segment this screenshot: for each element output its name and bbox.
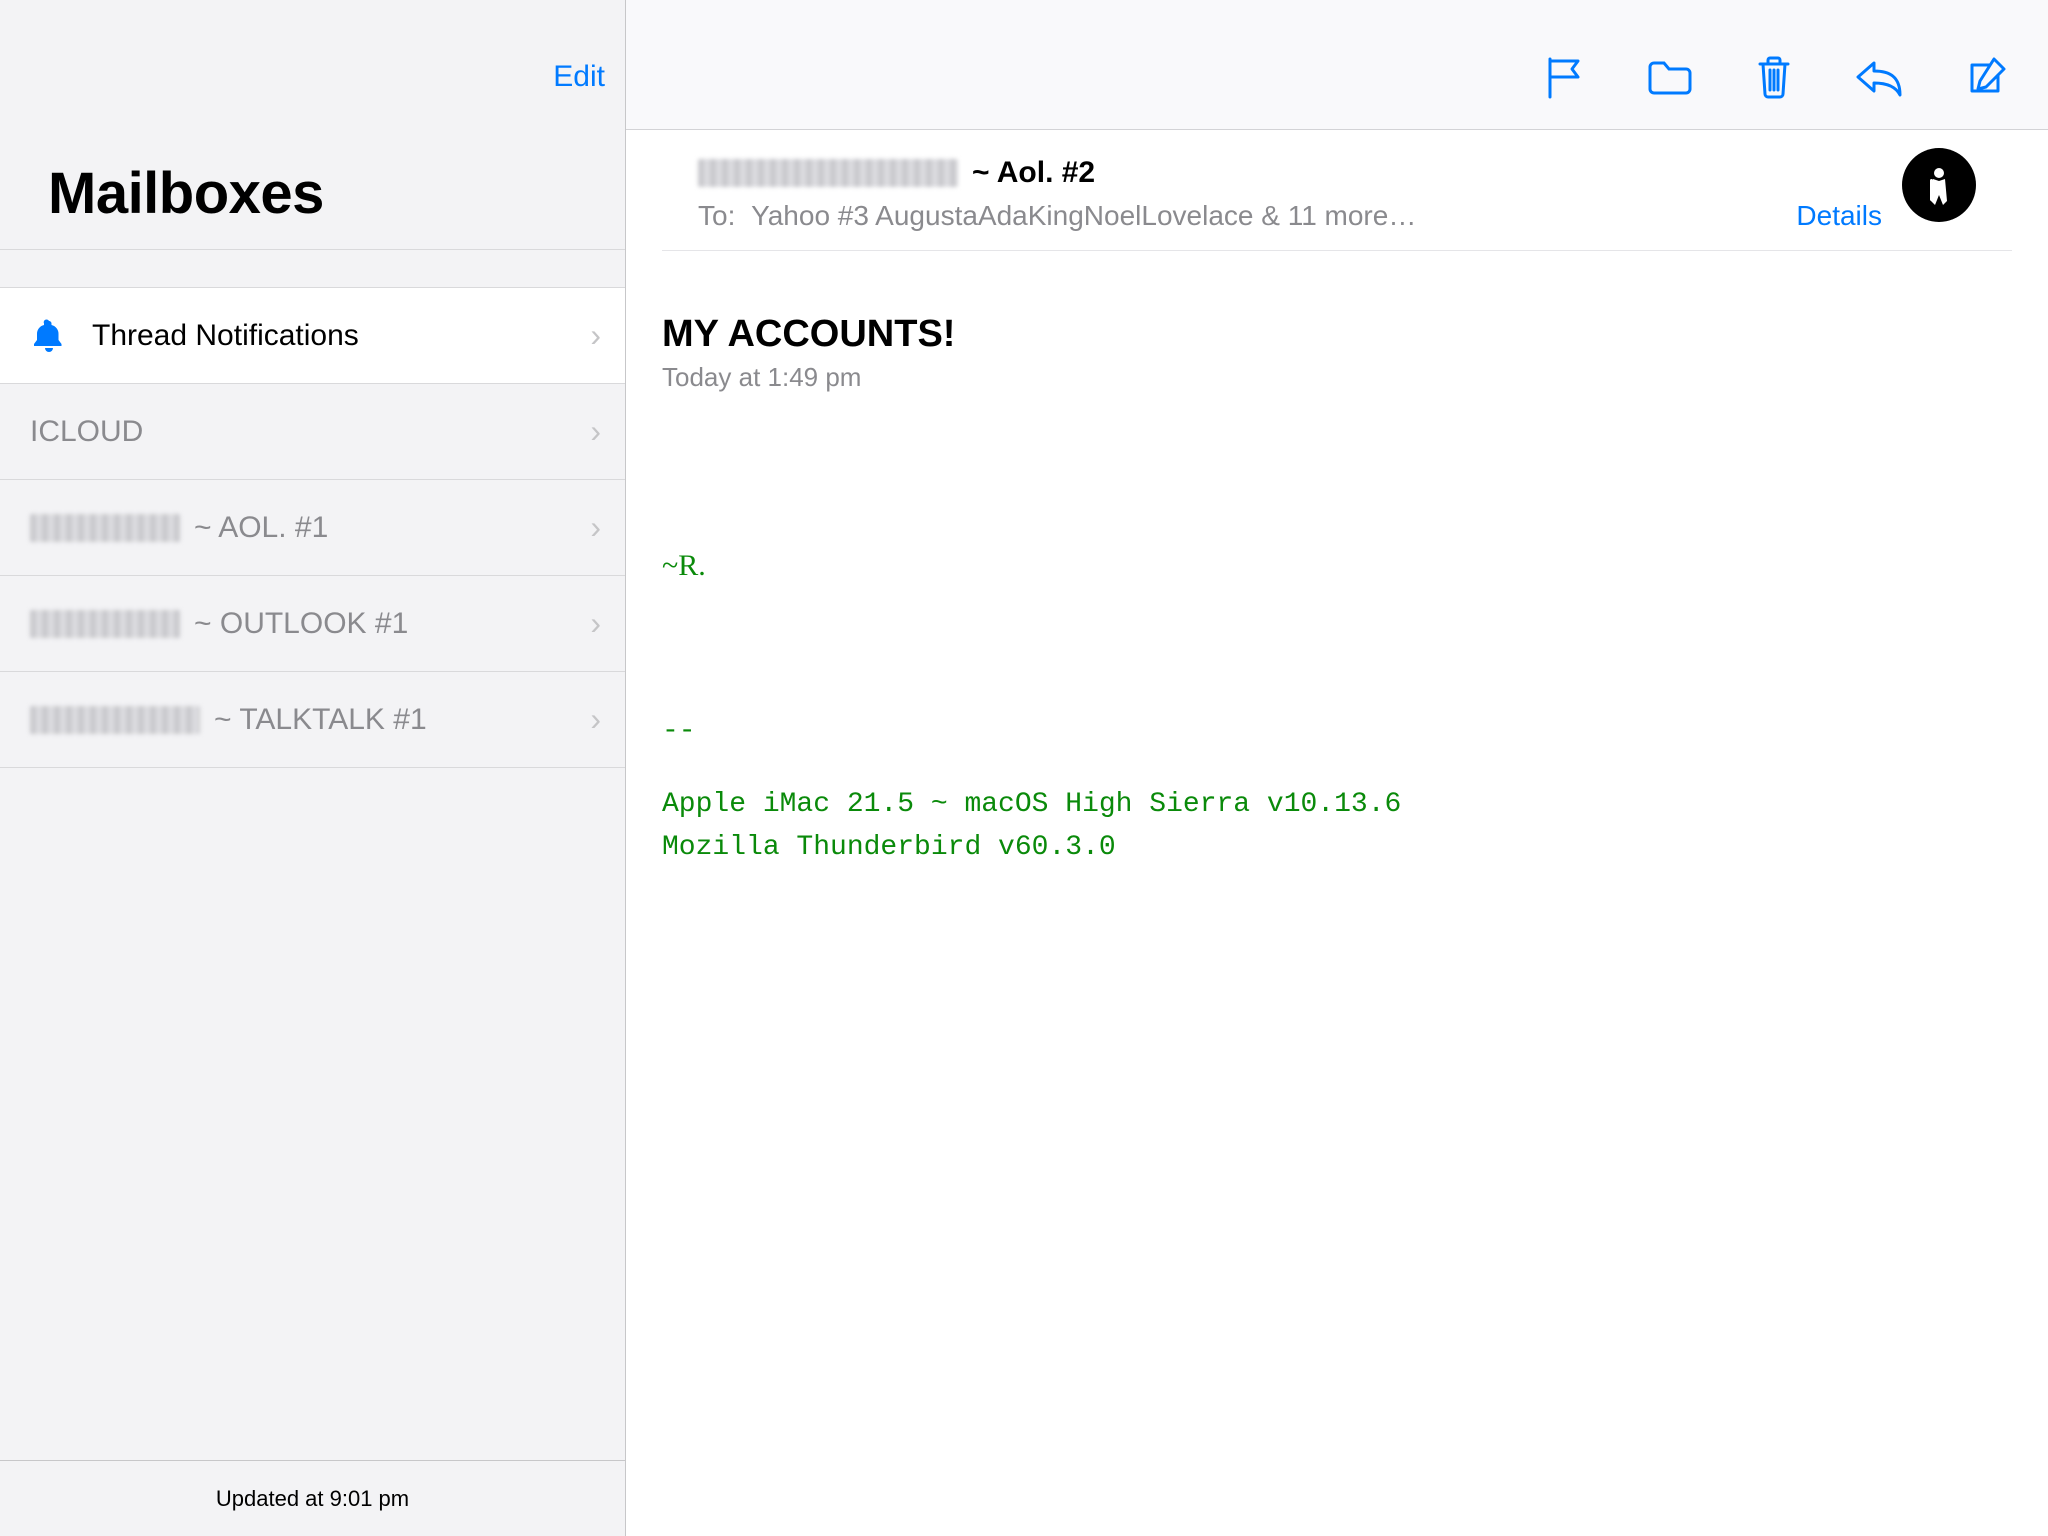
message-date: Today at 1:49 pm — [662, 362, 2012, 393]
sidebar-item-label: Thread Notifications — [92, 319, 359, 353]
sidebar-header: Edit Mailboxes — [0, 0, 625, 250]
chevron-right-icon: › — [590, 317, 601, 354]
redacted-text — [30, 514, 180, 542]
sidebar-item-outlook[interactable]: ~ OUTLOOK #1 › — [0, 576, 625, 672]
to-label: To: — [698, 200, 735, 231]
message-toolbar — [626, 0, 2048, 130]
sidebar-item-icloud[interactable]: ICLOUD › — [0, 384, 625, 480]
redacted-text — [30, 706, 200, 734]
from-row[interactable]: ~ Aol. #2 — [698, 156, 1976, 190]
sidebar-item-talktalk[interactable]: ~ TALKTALK #1 › — [0, 672, 625, 768]
message-subject: MY ACCOUNTS! — [662, 313, 2012, 356]
to-recipients: Yahoo #3 AugustaAdaKingNoelLovelace & 11… — [751, 200, 1416, 231]
redacted-sender — [698, 159, 958, 187]
status-text: Updated at 9:01 pm — [216, 1486, 409, 1512]
from-suffix: ~ Aol. #2 — [972, 156, 1095, 190]
avatar[interactable] — [1902, 148, 1976, 222]
chevron-right-icon: › — [590, 413, 601, 450]
message-body: ~R. -- Apple iMac 21.5 ~ macOS High Sier… — [662, 393, 2012, 870]
message-header: ~ Aol. #2 To: Yahoo #3 AugustaAdaKingNoe… — [662, 130, 2012, 251]
bell-icon — [30, 318, 68, 354]
body-sig-line2: Mozilla Thunderbird v60.3.0 — [662, 826, 2012, 869]
sidebar-item-label: ~ TALKTALK #1 — [214, 703, 427, 737]
reply-icon[interactable] — [1854, 57, 1904, 102]
sidebar-item-aol[interactable]: ~ AOL. #1 › — [0, 480, 625, 576]
to-row[interactable]: To: Yahoo #3 AugustaAdaKingNoelLovelace … — [698, 200, 1976, 232]
subject-block: MY ACCOUNTS! Today at 1:49 pm — [662, 251, 2012, 393]
flag-icon[interactable] — [1544, 55, 1586, 104]
redacted-text — [30, 610, 180, 638]
body-sig-line1: Apple iMac 21.5 ~ macOS High Sierra v10.… — [662, 783, 2012, 826]
chevron-right-icon: › — [590, 701, 601, 738]
sidebar-spacer — [0, 250, 625, 288]
folder-icon[interactable] — [1646, 57, 1694, 102]
page-title: Mailboxes — [48, 160, 324, 227]
trash-icon[interactable] — [1754, 54, 1794, 105]
sidebar-item-label: ICLOUD — [30, 415, 143, 449]
sidebar-item-label: ~ AOL. #1 — [194, 511, 328, 545]
compose-icon[interactable] — [1964, 55, 2008, 104]
body-separator: -- — [662, 710, 2012, 753]
chevron-right-icon: › — [590, 605, 601, 642]
sidebar: Edit Mailboxes Thread Notifications › IC… — [0, 0, 626, 1536]
message-pane: ~ Aol. #2 To: Yahoo #3 AugustaAdaKingNoe… — [626, 0, 2048, 1536]
chevron-right-icon: › — [590, 509, 601, 546]
body-signature-name: ~R. — [662, 543, 2012, 590]
edit-button[interactable]: Edit — [553, 60, 605, 94]
sidebar-footer: Updated at 9:01 pm — [0, 1460, 625, 1536]
sidebar-item-thread-notifications[interactable]: Thread Notifications › — [0, 288, 625, 384]
sidebar-item-label: ~ OUTLOOK #1 — [194, 607, 408, 641]
details-button[interactable]: Details — [1796, 200, 1882, 232]
